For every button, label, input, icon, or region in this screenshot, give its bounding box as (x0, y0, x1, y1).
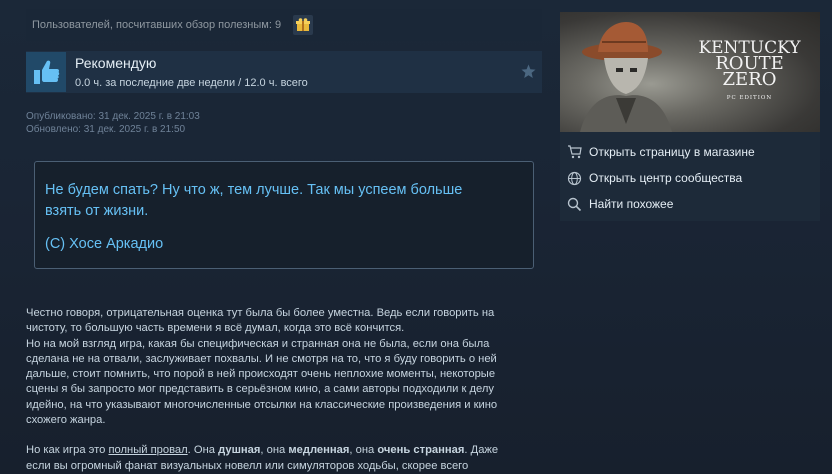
body-line: сцены я бы запросто мог представить в се… (26, 383, 494, 396)
underlined-text: полный провал (108, 444, 188, 457)
body-line: сделана не на отвали, заслуживает похвал… (26, 352, 497, 365)
find-similar-link[interactable]: Найти похожее (560, 191, 820, 217)
body-line: идейно, на что указывают многочисленные … (26, 398, 498, 411)
community-hub-label: Открыть центр сообщества (589, 171, 743, 185)
globe-icon (566, 170, 582, 186)
award-icon (296, 18, 311, 31)
updated-date: Обновлено: 31 дек. 2025 г. в 21:50 (26, 124, 186, 135)
cart-icon (566, 144, 582, 160)
body-line: схожего жанра. (26, 414, 106, 427)
search-icon (566, 196, 582, 212)
quote-block: Не будем спать? Ну что ж, тем лучше. Так… (34, 161, 534, 269)
community-hub-link[interactable]: Открыть центр сообщества (560, 165, 820, 191)
helpful-count-text: Пользователей, посчитавших обзор полезны… (32, 19, 282, 31)
body-line: дальше, стоит помнить, что порой в ней п… (26, 368, 496, 381)
thumbs-up-icon (26, 52, 66, 92)
game-logo: KENTUCKY ROUTE ZERO PC EDITION (698, 38, 801, 102)
review-dates: Опубликовано: 31 дек. 2025 г. в 21:03 Об… (26, 110, 200, 136)
quote-line-2: взять от жизни. (45, 203, 149, 219)
star-icon[interactable] (521, 64, 536, 84)
game-banner[interactable]: KENTUCKY ROUTE ZERO PC EDITION (560, 12, 820, 132)
recommendation-title: Рекомендую (75, 55, 157, 71)
bold-text: душная (218, 444, 261, 457)
store-page-label: Открыть страницу в магазине (589, 145, 755, 159)
store-page-link[interactable]: Открыть страницу в магазине (560, 139, 820, 165)
playtime-hours: 0.0 ч. за последние две недели / 12.0 ч.… (75, 77, 308, 89)
body-line: Честно говоря, отрицательная оценка тут … (26, 307, 495, 319)
recommendation-box: Рекомендую 0.0 ч. за последние две недел… (26, 51, 542, 93)
body-line: если вы огромный фанат визуальных новелл… (26, 459, 469, 472)
published-date: Опубликовано: 31 дек. 2025 г. в 21:03 (26, 111, 200, 122)
quote-author: (С) Хосе Аркадио (45, 236, 164, 252)
bold-text: очень странная (377, 444, 465, 457)
helpful-count-bar: Пользователей, посчитавших обзор полезны… (26, 9, 542, 41)
body-line: Но на мой взгляд игра, какая бы специфич… (26, 337, 490, 350)
quote-line-1: Не будем спать? Ну что ж, тем лучше. Так… (45, 182, 463, 198)
award-button[interactable] (293, 15, 314, 35)
review-body: Честно говоря, отрицательная оценка тут … (26, 306, 532, 474)
bold-text: медленная (288, 444, 350, 457)
game-sidebar: KENTUCKY ROUTE ZERO PC EDITION Открыть с… (560, 12, 820, 221)
find-similar-label: Найти похожее (589, 197, 674, 211)
body-line: чистоту, то большую часть времени я всё … (26, 322, 405, 335)
body-line: Но как игра это полный провал. Она душна… (26, 444, 499, 457)
